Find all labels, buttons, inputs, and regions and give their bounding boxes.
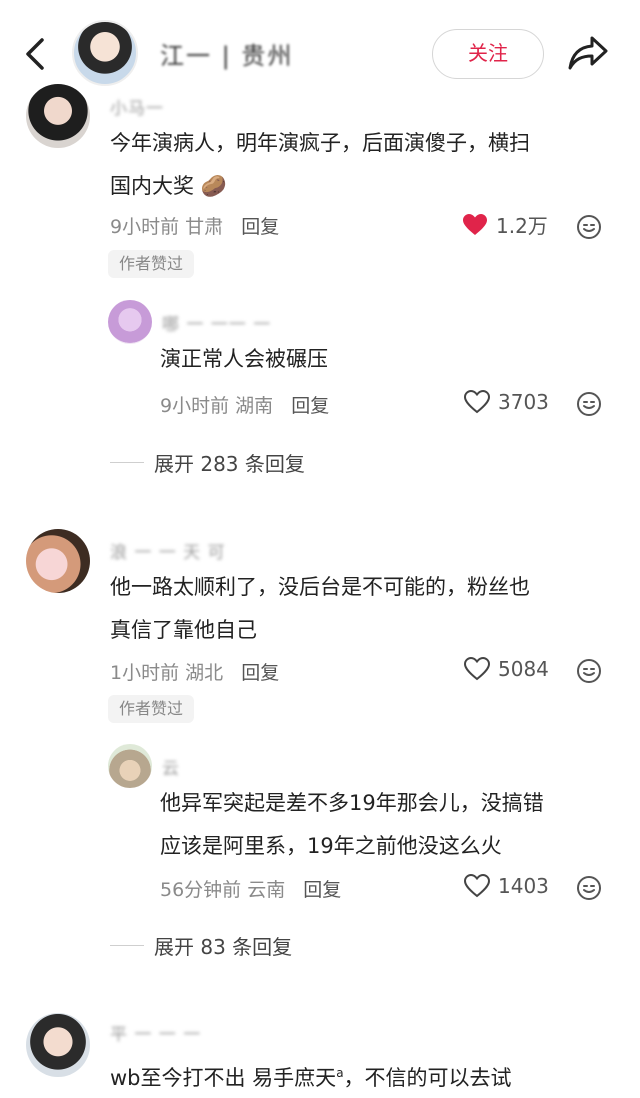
commenter-avatar[interactable] — [26, 84, 90, 148]
heart-outline-icon — [464, 874, 490, 898]
reply-button[interactable]: 回复 — [303, 879, 341, 901]
emoji-reaction-icon[interactable] — [576, 658, 602, 684]
share-icon[interactable] — [566, 32, 610, 74]
commenter-avatar[interactable] — [26, 1013, 90, 1077]
potato-emoji: 🥔 — [200, 174, 227, 198]
like-count: 1.2万 — [496, 214, 548, 238]
comment-meta: 9小时前 甘肃 回复 — [110, 216, 280, 238]
reply-button[interactable]: 回复 — [241, 662, 279, 684]
reply-button[interactable]: 回复 — [241, 216, 279, 238]
author-name[interactable]: 江一 | 贵州 — [160, 36, 293, 71]
reply-text: 他异军突起是差不多19年那会儿，没搞错 应该是阿里系，19年之前他没这么火 — [160, 791, 544, 858]
heart-filled-icon — [463, 213, 487, 235]
author-avatar[interactable] — [72, 20, 138, 86]
commenter-name[interactable]: 小马一 — [110, 94, 164, 119]
heart-outline-icon — [464, 390, 490, 414]
reply-avatar[interactable] — [108, 744, 152, 788]
divider-line — [110, 945, 144, 946]
like-button[interactable]: 1.2万 — [462, 210, 548, 239]
commenter-name[interactable]: 平 一 一 一 — [110, 1020, 201, 1045]
reply-button[interactable]: 回复 — [291, 395, 329, 417]
emoji-reaction-icon[interactable] — [576, 214, 602, 240]
comment-text: 他一路太顺利了，没后台是不可能的，粉丝也 真信了靠他自己 — [110, 575, 530, 642]
follow-button[interactable]: 关注 — [432, 29, 544, 79]
commenter-avatar[interactable] — [26, 529, 90, 593]
reply-username[interactable]: 哪 一 一一 一 — [162, 310, 271, 335]
comment-meta: 1小时前 湖北 回复 — [110, 662, 280, 684]
emoji-reaction-icon[interactable] — [576, 875, 602, 901]
like-button[interactable]: 3703 — [464, 390, 549, 414]
emoji-reaction-icon[interactable] — [576, 391, 602, 417]
comment-text: wb至今打不出 易手庶天a，不信的可以去试 — [110, 1066, 512, 1090]
reply-avatar[interactable] — [108, 300, 152, 344]
reply-text: 演正常人会被碾压 — [160, 347, 328, 371]
author-liked-badge: 作者赞过 — [108, 695, 195, 723]
author-liked-badge: 作者赞过 — [108, 250, 195, 278]
back-arrow-icon[interactable] — [20, 34, 52, 74]
top-bar: 江一 | 贵州 关注 — [0, 0, 640, 100]
expand-replies-button[interactable]: 展开 83 条回复 — [110, 931, 292, 960]
like-button[interactable]: 5084 — [464, 657, 549, 681]
comment-text: 今年演病人，明年演疯子，后面演傻子，横扫 国内大奖 🥔 — [110, 131, 530, 198]
like-button[interactable]: 1403 — [464, 874, 549, 898]
heart-outline-icon — [464, 657, 490, 681]
reply-meta: 9小时前 湖南 回复 — [160, 395, 330, 417]
expand-replies-button[interactable]: 展开 283 条回复 — [110, 448, 305, 477]
like-count: 5084 — [498, 657, 549, 681]
reply-username[interactable]: 云 — [162, 754, 180, 779]
commenter-name[interactable]: 浪 一 一 天 可 — [110, 538, 226, 563]
like-count: 1403 — [498, 874, 549, 898]
like-count: 3703 — [498, 390, 549, 414]
divider-line — [110, 462, 144, 463]
reply-meta: 56分钟前 云南 回复 — [160, 879, 342, 901]
